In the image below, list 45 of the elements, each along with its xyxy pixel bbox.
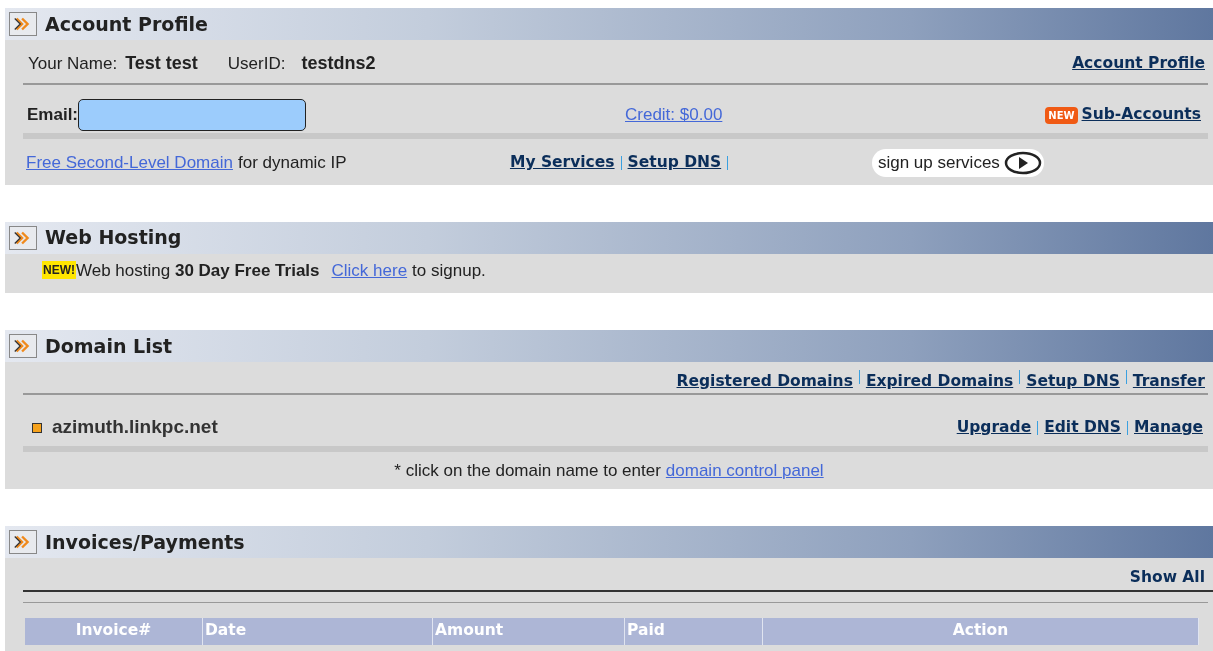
nav-link[interactable]: Expired Domains [865, 370, 1014, 394]
subaccounts-link[interactable]: Sub-Accounts [1081, 103, 1201, 127]
nav-link[interactable]: Registered Domains [676, 370, 853, 394]
bullet-icon [32, 422, 42, 433]
chevrons-icon [9, 530, 37, 555]
play-icon [1003, 150, 1042, 175]
section-title: Account Profile [45, 11, 208, 37]
new-badge: NEW! [42, 261, 76, 280]
name-value: Test test [125, 52, 198, 75]
nav-link[interactable]: Transfer [1132, 370, 1205, 394]
new-badge: NEW [1045, 106, 1078, 124]
userid-value: testdns2 [301, 52, 376, 75]
userid-label: UserID: [227, 52, 286, 75]
chevrons-icon [9, 12, 37, 36]
signup-link[interactable]: Click here [331, 257, 408, 283]
signup-text: to signup. [412, 259, 486, 282]
column-header: Action [763, 617, 1199, 645]
nav-link[interactable]: My Services [509, 151, 615, 175]
email-label: Email: [27, 104, 79, 127]
nav-link[interactable]: Setup DNS [627, 151, 722, 175]
chevrons-icon [9, 225, 37, 250]
profile-link[interactable]: Account Profile [1072, 51, 1205, 76]
column-header: Date [203, 617, 433, 645]
input-field[interactable] [78, 99, 307, 131]
show-all-link[interactable]: Show All [1129, 566, 1205, 590]
hosting-text: Web hosting 30 Day Free Trials [76, 259, 320, 282]
nav-link[interactable]: Edit DNS [1044, 415, 1121, 440]
nav-link[interactable]: Setup DNS [1026, 370, 1120, 394]
column-header: Invoice# [25, 617, 203, 645]
chevrons-icon [9, 334, 37, 358]
nav-link[interactable]: Upgrade [956, 415, 1032, 440]
control-panel-link[interactable]: domain control panel [665, 457, 824, 484]
section-title: Domain List [45, 333, 173, 359]
free-domain-text: for dynamic IP [237, 152, 348, 174]
signup-button[interactable]: sign up services [871, 149, 1044, 177]
nav-link[interactable]: Manage [1134, 415, 1203, 440]
free-domain-link[interactable]: Free Second-Level Domain [26, 150, 233, 176]
column-header: Paid [625, 617, 763, 645]
name-label: Your Name: [28, 52, 118, 75]
domain-link[interactable]: azimuth.linkpc.net [52, 413, 218, 442]
column-header: Amount [433, 617, 625, 645]
section-title: Web Hosting [45, 225, 182, 251]
section-title: Invoices/Payments [45, 530, 245, 555]
domain-note: * click on the domain name to enter [394, 459, 661, 482]
credit-link[interactable]: Credit: $0.00 [625, 102, 723, 128]
